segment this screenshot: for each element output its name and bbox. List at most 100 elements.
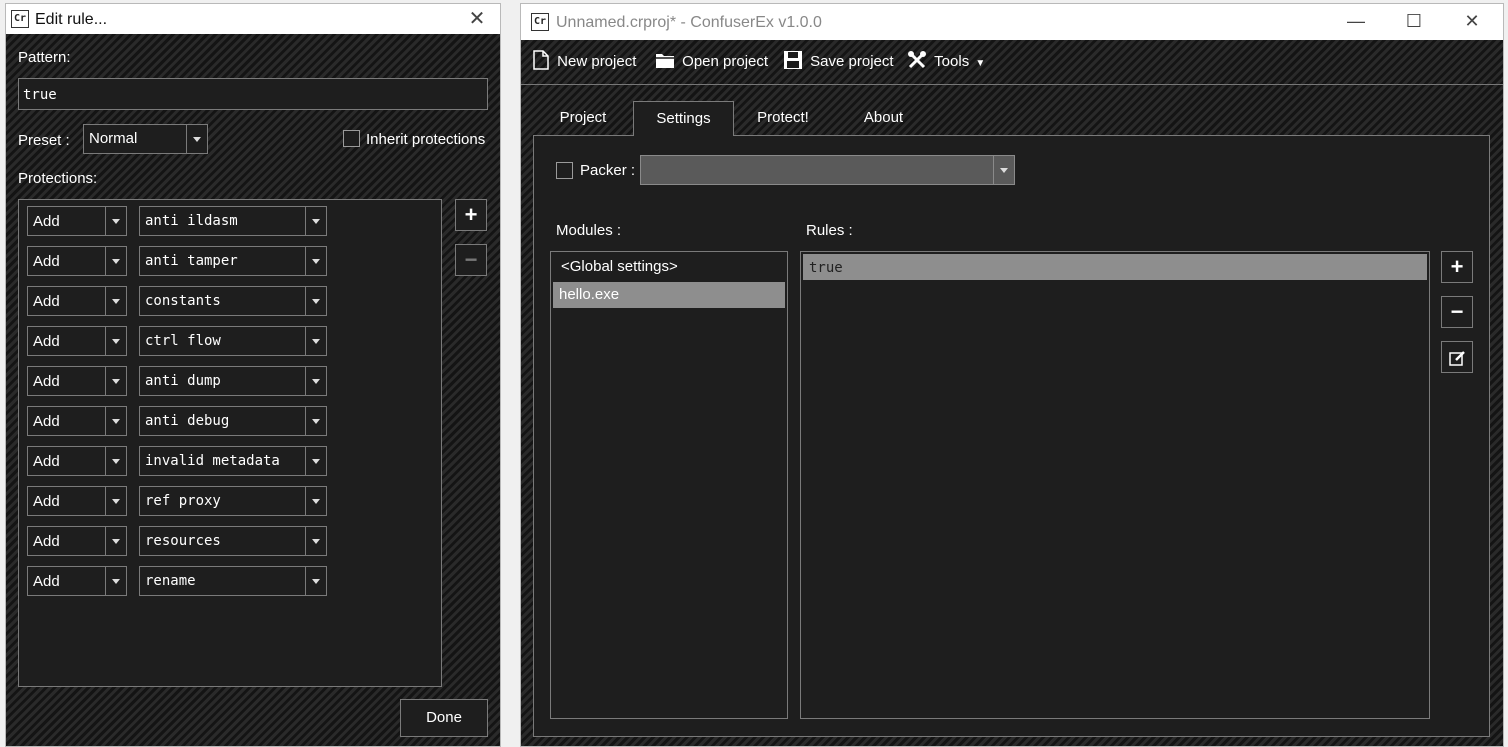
module-hello-exe: hello.exe	[559, 286, 620, 303]
protection-name-select[interactable]: invalid metadata	[139, 446, 327, 476]
protection-action-select[interactable]: Add	[27, 406, 127, 436]
new-project-button[interactable]: New project	[533, 50, 636, 74]
close-icon: ✕	[468, 8, 486, 30]
protection-action: Add	[33, 293, 60, 310]
plus-icon: +	[464, 202, 478, 227]
protection-name-select[interactable]: constants	[139, 286, 327, 316]
remove-rule-button[interactable]: −	[1441, 296, 1473, 328]
protection-name-select[interactable]: anti ildasm	[139, 206, 327, 236]
protection-name-select[interactable]: resources	[139, 526, 327, 556]
protection-name-select[interactable]: anti dump	[139, 366, 327, 396]
close-button[interactable]: ✕	[454, 4, 500, 34]
protection-action: Add	[33, 533, 60, 550]
protection-name-select[interactable]: anti tamper	[139, 246, 327, 276]
protection-name: resources	[145, 533, 221, 549]
chevron-down-icon: ▼	[975, 58, 986, 69]
plus-icon: +	[1450, 254, 1464, 279]
protection-row: Add anti dump	[27, 366, 327, 396]
protection-name: constants	[145, 293, 221, 309]
tab-project-label: Project	[559, 109, 607, 126]
toolbar: New project Open project Save project To…	[521, 40, 1503, 85]
chevron-down-icon	[105, 247, 126, 275]
chevron-down-icon	[105, 487, 126, 515]
minimize-icon: —	[1347, 11, 1365, 31]
chevron-down-icon	[305, 247, 326, 275]
protection-action-select[interactable]: Add	[27, 326, 127, 356]
remove-protection-button[interactable]: −	[455, 244, 487, 276]
protection-name-select[interactable]: rename	[139, 566, 327, 596]
rule-true: true	[809, 260, 843, 276]
chevron-down-icon	[105, 327, 126, 355]
list-item[interactable]: hello.exe	[553, 282, 785, 308]
maximize-button[interactable]: ☐	[1391, 4, 1437, 40]
protection-action-select[interactable]: Add	[27, 246, 127, 276]
protection-row: Add ctrl flow	[27, 326, 327, 356]
packer-select[interactable]	[640, 155, 1015, 185]
chevron-down-icon	[305, 367, 326, 395]
protection-action-select[interactable]: Add	[27, 446, 127, 476]
protection-action: Add	[33, 573, 60, 590]
protections-list[interactable]: Add anti ildasm Add anti tamper Add constants…	[18, 199, 442, 687]
chevron-down-icon	[305, 447, 326, 475]
protection-action-select[interactable]: Add	[27, 206, 127, 236]
main-window: Cr Unnamed.crproj* - ConfuserEx v1.0.0 —…	[520, 3, 1504, 747]
protection-row: Add constants	[27, 286, 327, 316]
edit-rule-button[interactable]	[1441, 341, 1473, 373]
protection-name: ref proxy	[145, 493, 221, 509]
folder-icon	[656, 54, 674, 68]
protection-action: Add	[33, 453, 60, 470]
protection-row: Add anti ildasm	[27, 206, 327, 236]
protection-action: Add	[33, 213, 60, 230]
protection-row: Add rename	[27, 566, 327, 596]
pattern-input[interactable]: true	[18, 78, 488, 110]
done-label: Done	[426, 709, 462, 726]
tab-about[interactable]: About	[851, 101, 916, 135]
packer-checkbox[interactable]	[556, 162, 573, 179]
close-button[interactable]: ✕	[1449, 4, 1495, 40]
chevron-down-icon	[105, 207, 126, 235]
protection-action: Add	[33, 413, 60, 430]
protection-action-select[interactable]: Add	[27, 286, 127, 316]
protection-action-select[interactable]: Add	[27, 486, 127, 516]
list-item[interactable]: true	[803, 254, 1427, 280]
chevron-down-icon	[105, 527, 126, 555]
edit-rule-dialog: Cr Edit rule... ✕ Pattern: true Preset :…	[5, 3, 501, 747]
protection-action-select[interactable]: Add	[27, 366, 127, 396]
chevron-down-icon	[305, 407, 326, 435]
list-item[interactable]: <Global settings>	[553, 254, 785, 280]
protection-action: Add	[33, 253, 60, 270]
protection-action: Add	[33, 493, 60, 510]
chevron-down-icon	[105, 287, 126, 315]
add-protection-button[interactable]: +	[455, 199, 487, 231]
protection-name: ctrl flow	[145, 333, 221, 349]
protection-action-select[interactable]: Add	[27, 526, 127, 556]
rules-list[interactable]: true	[800, 251, 1430, 719]
file-icon	[533, 50, 549, 70]
tab-project[interactable]: Project	[548, 101, 618, 135]
tab-settings[interactable]: Settings	[633, 101, 734, 136]
preset-select[interactable]: Normal	[83, 124, 208, 154]
protection-action: Add	[33, 373, 60, 390]
inherit-checkbox[interactable]	[343, 130, 360, 147]
protection-name-select[interactable]: ref proxy	[139, 486, 327, 516]
protection-name-select[interactable]: anti debug	[139, 406, 327, 436]
save-project-button[interactable]: Save project	[783, 50, 894, 74]
open-project-button[interactable]: Open project	[655, 50, 768, 74]
chevron-down-icon	[305, 287, 326, 315]
tab-protect[interactable]: Protect!	[748, 101, 818, 135]
add-rule-button[interactable]: +	[1441, 251, 1473, 283]
protection-name: anti tamper	[145, 253, 238, 269]
tools-menu-button[interactable]: Tools ▼	[907, 50, 985, 74]
protection-name: rename	[145, 573, 196, 589]
pattern-label: Pattern:	[18, 49, 71, 66]
protection-action-select[interactable]: Add	[27, 566, 127, 596]
done-button[interactable]: Done	[400, 699, 488, 737]
minimize-button[interactable]: —	[1333, 4, 1379, 40]
close-icon: ✕	[1464, 11, 1480, 31]
save-project-label: Save project	[810, 53, 894, 70]
protection-name-select[interactable]: ctrl flow	[139, 326, 327, 356]
app-icon: Cr	[531, 13, 549, 31]
protection-name: anti dump	[145, 373, 221, 389]
modules-list[interactable]: <Global settings> hello.exe	[550, 251, 788, 719]
pattern-value: true	[23, 87, 57, 103]
